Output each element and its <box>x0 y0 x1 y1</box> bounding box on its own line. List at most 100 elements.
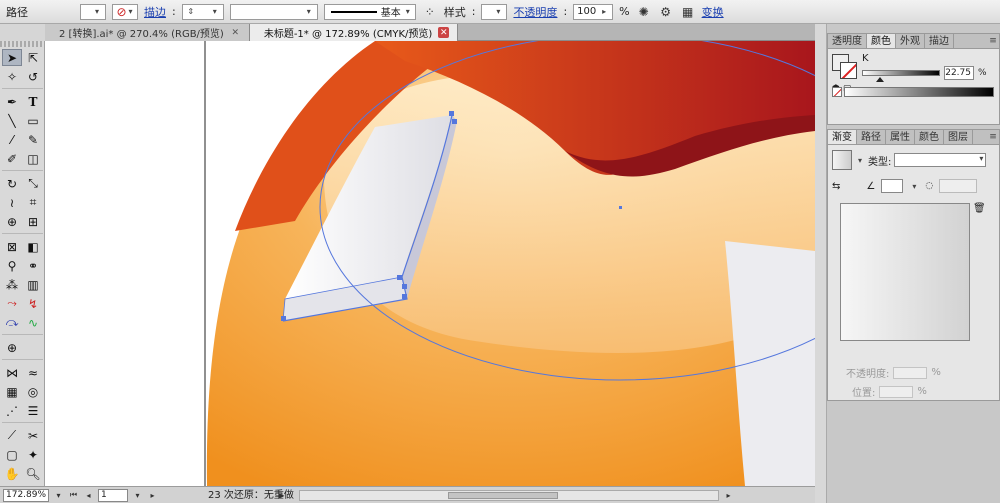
panel-menu-icon[interactable]: ≡ <box>987 34 999 48</box>
tab-color[interactable]: 颜色 <box>867 34 896 48</box>
aspect-ratio-input[interactable] <box>939 179 978 193</box>
anchor-point[interactable] <box>449 111 454 116</box>
gradient-type-select[interactable]: ▾ <box>894 153 987 167</box>
eyedropper-icon[interactable]: ⚲ <box>2 257 22 274</box>
eraser-icon[interactable]: ◫ <box>23 150 43 167</box>
close-icon[interactable]: ✕ <box>230 27 241 38</box>
transform-link[interactable]: 变换 <box>702 4 724 20</box>
width-tool-icon[interactable]: ⤼ <box>2 314 22 331</box>
horizontal-scrollbar[interactable] <box>299 489 719 501</box>
symbol-sprayer-icon[interactable]: ⁂ <box>2 276 22 293</box>
hand-icon[interactable]: ✋ <box>2 465 22 482</box>
opacity-link[interactable]: 不透明度 <box>513 4 557 20</box>
tab-gradient[interactable]: 渐变 <box>828 130 857 144</box>
anchor-point[interactable] <box>402 294 407 299</box>
next-page-icon[interactable]: ▸ <box>147 489 158 502</box>
lasso-icon[interactable]: ↺ <box>23 68 43 85</box>
stroke-color-dropdown[interactable]: ⊘ ▾ <box>112 3 138 20</box>
k-slider-thumb[interactable] <box>876 77 885 82</box>
align-options-icon[interactable]: ▦ <box>680 4 696 20</box>
direct-selection-icon[interactable]: ⇱ <box>23 49 43 66</box>
color-spectrum-ramp[interactable] <box>844 87 994 97</box>
close-icon[interactable]: ✕ <box>438 27 450 38</box>
chevron-down-icon[interactable]: ▾ <box>53 489 64 502</box>
artboard-icon[interactable]: ⤳ <box>2 295 22 312</box>
scale-icon[interactable]: ⤡ <box>23 175 43 192</box>
k-value-input[interactable]: 22.75 <box>944 66 974 80</box>
reverse-gradient-icon[interactable]: ⇆ <box>832 181 840 192</box>
scroll-right-icon[interactable]: ▸ <box>723 489 734 502</box>
chevron-down-icon[interactable]: ▾ <box>909 179 919 193</box>
anchor-point[interactable] <box>402 284 407 289</box>
fill-color-dropdown[interactable]: ▾ <box>80 3 106 20</box>
crop-icon[interactable]: ▢ <box>2 446 22 463</box>
blob-brush-icon[interactable]: ✐ <box>2 150 22 167</box>
shape-builder-icon[interactable]: ⊕ <box>2 213 22 230</box>
measure-icon[interactable]: ⟋ <box>2 427 22 444</box>
brush-definition-dropdown[interactable]: 基本 ▾ <box>323 3 416 20</box>
stop-location-input[interactable] <box>879 385 914 398</box>
rotate-icon[interactable]: ↻ <box>2 175 22 192</box>
gradient-icon[interactable]: ◧ <box>23 238 43 255</box>
perspective-grid-icon[interactable]: ⊞ <box>23 213 43 230</box>
zoom-input[interactable]: 172.89% <box>3 488 49 502</box>
tab-appearance[interactable]: 外观 <box>896 34 925 48</box>
envelope-icon[interactable]: ⋈ <box>2 364 22 381</box>
magic-wand-icon[interactable]: ✧ <box>2 68 22 85</box>
wave-icon[interactable]: ≈ <box>23 364 43 381</box>
stroke-swatch[interactable] <box>840 61 857 79</box>
stop-opacity-input[interactable] <box>893 366 928 379</box>
slice-icon[interactable]: ↯ <box>23 295 43 312</box>
warp-icon[interactable]: ≀ <box>2 194 22 211</box>
prev-page-icon[interactable]: ◂ <box>83 489 94 502</box>
free-transform-icon[interactable]: ⌗ <box>23 194 43 211</box>
canvas-area[interactable] <box>45 41 815 486</box>
first-page-icon[interactable]: ⏮ <box>68 489 79 502</box>
grid-tool-icon[interactable]: ▦ <box>2 383 22 400</box>
crystallize-icon[interactable]: ⋰ <box>2 402 22 419</box>
rectangle-icon[interactable]: ▭ <box>23 112 43 129</box>
tab-attributes[interactable]: 属性 <box>886 130 915 144</box>
align-stroke-icon[interactable]: ⁘ <box>422 4 438 20</box>
gradient-thumbnail[interactable] <box>832 150 852 170</box>
panel-dock-scrollbar[interactable] <box>815 24 827 503</box>
gradient-slider-preview[interactable] <box>840 203 970 341</box>
type-icon[interactable]: T <box>23 93 43 110</box>
k-slider[interactable] <box>862 70 940 82</box>
tab-pathfinder[interactable]: 路径 <box>857 130 886 144</box>
trash-icon[interactable]: 🗑︎ <box>973 203 986 214</box>
anchor-point[interactable] <box>281 316 286 321</box>
status-menu-icon[interactable]: ▶ <box>276 489 287 502</box>
mesh-icon[interactable]: ⊠ <box>2 238 22 255</box>
pen-icon[interactable]: ✒ <box>2 93 22 110</box>
page-input[interactable]: 1 <box>98 488 128 502</box>
document-setup-icon[interactable]: ⚙ <box>658 4 674 20</box>
twirl-icon[interactable]: ◎ <box>23 383 43 400</box>
knife-icon[interactable]: ✂ <box>23 427 43 444</box>
line-segment-icon[interactable]: ╲ <box>2 112 22 129</box>
paintbrush-icon[interactable]: ⁄ <box>2 131 22 148</box>
panel-menu-icon[interactable]: ≡ <box>987 130 999 144</box>
pathfinder-icon[interactable]: ✦ <box>23 446 43 463</box>
graphic-style-dropdown[interactable]: ▾ <box>481 3 508 20</box>
tab-stroke[interactable]: 描边 <box>925 34 954 48</box>
column-graph-icon[interactable]: ▥ <box>23 276 43 293</box>
scrollbar-thumb[interactable] <box>448 491 558 499</box>
opacity-input[interactable]: 100 ▸ <box>573 3 614 20</box>
recolor-artwork-icon[interactable]: ✺ <box>636 4 652 20</box>
none-swatch[interactable] <box>832 87 842 97</box>
live-paint-icon[interactable]: ⊕ <box>2 339 22 356</box>
zoom-icon[interactable]: 🔍︎ <box>23 465 43 482</box>
pencil-icon[interactable]: ✎ <box>23 131 43 148</box>
chevron-down-icon[interactable]: ▾ <box>855 153 865 167</box>
tab-transparency[interactable]: 透明度 <box>828 34 867 48</box>
selection-arrow-icon[interactable]: ➤ <box>2 49 22 66</box>
anchor-point[interactable] <box>397 275 402 280</box>
blend-icon[interactable]: ⚭ <box>23 257 43 274</box>
stroke-weight-field[interactable]: ⇕ ▾ <box>181 3 224 20</box>
angle-input[interactable] <box>881 179 904 193</box>
variable-width-profile[interactable]: ▾ <box>229 3 318 20</box>
stroke-link[interactable]: 描边 <box>144 4 166 20</box>
tab-document-2[interactable]: 未标题-1* @ 172.89% (CMYK/预览) ✕ <box>249 24 459 41</box>
warp-wave-icon[interactable]: ∿ <box>23 314 43 331</box>
